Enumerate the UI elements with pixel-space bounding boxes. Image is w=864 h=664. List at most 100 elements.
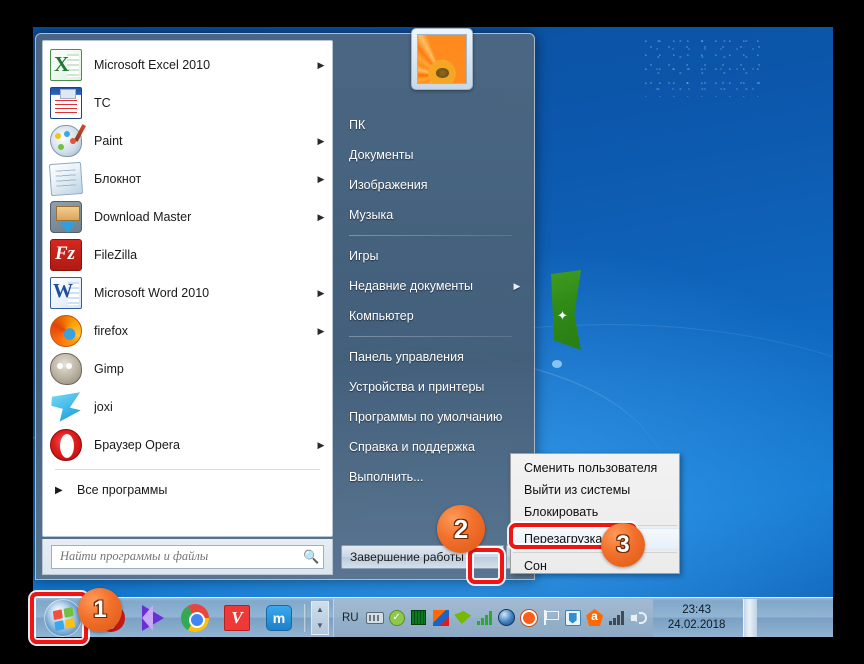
right-panel-separator: [349, 336, 512, 337]
search-icon[interactable]: 🔍: [303, 549, 319, 565]
program-item[interactable]: Microsoft Excel 2010▶: [43, 46, 332, 84]
annotation-badge-1: 1: [78, 588, 122, 632]
taskbar-divider: [304, 604, 307, 632]
clock-date: 24.02.2018: [668, 618, 726, 633]
media-player-taskbar-button[interactable]: [132, 599, 174, 637]
program-label: Download Master: [94, 210, 316, 224]
media-player-icon: [142, 605, 164, 631]
program-item[interactable]: FileZilla: [43, 236, 332, 274]
blue-pen-icon[interactable]: [562, 607, 584, 629]
language-indicator[interactable]: RU: [337, 612, 364, 624]
program-item[interactable]: TC: [43, 84, 332, 122]
right-item-label: Устройства и принтеры: [349, 380, 512, 394]
shutdown-button[interactable]: Завершение работы: [341, 545, 504, 569]
clock[interactable]: 23:43 24.02.2018: [653, 599, 741, 637]
chrome-taskbar-button[interactable]: [174, 599, 216, 637]
program-item[interactable]: Download Master▶: [43, 198, 332, 236]
grid-green-icon[interactable]: [408, 607, 430, 629]
chevron-right-icon: ▶: [55, 485, 71, 496]
chevron-right-icon: ▶: [316, 440, 326, 451]
vivaldi-icon: V: [224, 605, 250, 631]
right-item-label: Изображения: [349, 178, 512, 192]
program-item[interactable]: firefox▶: [43, 312, 332, 350]
program-item[interactable]: joxi: [43, 388, 332, 426]
chevron-right-icon: ▶: [316, 326, 326, 337]
avast-icon[interactable]: [584, 607, 606, 629]
start-menu-right-item[interactable]: Компьютер: [341, 301, 530, 331]
start-menu-right-item[interactable]: Справка и поддержка: [341, 432, 530, 462]
program-label: TC: [94, 96, 316, 110]
chevron-right-icon: ▶: [316, 174, 326, 185]
signal-bars-green-icon[interactable]: [474, 607, 496, 629]
tray-expand-button[interactable]: ▲ ▼: [311, 601, 329, 635]
show-desktop-button[interactable]: [743, 599, 757, 637]
start-menu-right-item[interactable]: Игры: [341, 241, 530, 271]
maxthon-taskbar-button[interactable]: m: [258, 599, 300, 637]
start-menu-right-item[interactable]: Недавние документы▶: [341, 271, 530, 301]
chevron-right-icon: ▶: [316, 288, 326, 299]
flag-action-center-icon[interactable]: [540, 607, 562, 629]
notepad-icon: [50, 163, 82, 195]
volume-icon[interactable]: [628, 607, 650, 629]
start-menu-right-item[interactable]: Изображения: [341, 170, 530, 200]
multicolor-app-icon[interactable]: [430, 607, 452, 629]
chevron-right-icon: ▶: [316, 212, 326, 223]
programs-separator: [55, 469, 320, 470]
all-programs-button[interactable]: ▶ Все программы: [43, 475, 332, 505]
right-item-label: Выполнить...: [349, 470, 512, 484]
program-label: Gimp: [94, 362, 316, 376]
search-box[interactable]: 🔍: [51, 545, 324, 569]
program-item[interactable]: Браузер Opera▶: [43, 426, 332, 464]
network-bars-icon[interactable]: [606, 607, 628, 629]
chevron-right-icon: ▶: [512, 281, 522, 292]
chevron-right-icon: ▶: [316, 60, 326, 71]
start-menu-right-item[interactable]: Программы по умолчанию: [341, 402, 530, 432]
nvidia-icon[interactable]: [452, 607, 474, 629]
all-programs-label: Все программы: [77, 483, 167, 497]
globe-update-icon[interactable]: [496, 607, 518, 629]
start-menu-right-item[interactable]: Устройства и принтеры: [341, 372, 530, 402]
context-menu-item[interactable]: Выйти из системы: [511, 479, 679, 501]
right-item-label: Музыка: [349, 208, 512, 222]
context-menu-item[interactable]: Сменить пользователя: [511, 457, 679, 479]
restart-menu-item[interactable]: Перезагрузка: [511, 528, 679, 550]
right-item-label: Справка и поддержка: [349, 440, 512, 454]
green-check-icon[interactable]: ✓: [386, 607, 408, 629]
word-icon: [50, 277, 82, 309]
program-item[interactable]: Gimp: [43, 350, 332, 388]
context-menu-item[interactable]: Сон: [511, 555, 679, 577]
chrome-icon: [181, 604, 209, 632]
start-menu-right-item[interactable]: ПК: [341, 110, 530, 140]
firefox-icon: [50, 315, 82, 347]
right-item-label: Документы: [349, 148, 512, 162]
start-menu-right-item[interactable]: Документы: [341, 140, 530, 170]
taskbar: V m ▲ ▼ RU ✓ 23:43 24.02.2018: [33, 597, 833, 637]
context-menu-item[interactable]: Блокировать: [511, 501, 679, 523]
right-panel-separator: [349, 235, 512, 236]
start-menu-right-item[interactable]: Выполнить...: [341, 462, 530, 492]
annotation-badge-2: 2: [437, 505, 485, 553]
vivaldi-taskbar-button[interactable]: V: [216, 599, 258, 637]
windows-flag-icon: [53, 607, 75, 631]
user-avatar[interactable]: [411, 28, 473, 90]
program-label: Paint: [94, 134, 316, 148]
gimp-icon: [50, 353, 82, 385]
program-item[interactable]: Paint▶: [43, 122, 332, 160]
program-item[interactable]: Блокнот▶: [43, 160, 332, 198]
program-label: firefox: [94, 324, 316, 338]
shutdown-context-menu: Сменить пользователяВыйти из системыБлок…: [510, 453, 680, 574]
right-item-label: Программы по умолчанию: [349, 410, 512, 424]
wallpaper-dot: [552, 360, 562, 368]
program-label: joxi: [94, 400, 316, 414]
right-item-label: Игры: [349, 249, 512, 263]
system-tray: RU ✓: [333, 599, 653, 637]
search-input[interactable]: [60, 549, 303, 564]
orange-circle-icon[interactable]: [518, 607, 540, 629]
wallpaper-sparkles: [643, 37, 763, 97]
start-menu-right-item[interactable]: Панель управления: [341, 342, 530, 372]
keyboard-layout-icon[interactable]: [364, 607, 386, 629]
program-item[interactable]: Microsoft Word 2010▶: [43, 274, 332, 312]
start-menu-right-item[interactable]: Музыка: [341, 200, 530, 230]
opera-icon: [50, 429, 82, 461]
shutdown-bar: Завершение работы ▶: [341, 541, 530, 573]
